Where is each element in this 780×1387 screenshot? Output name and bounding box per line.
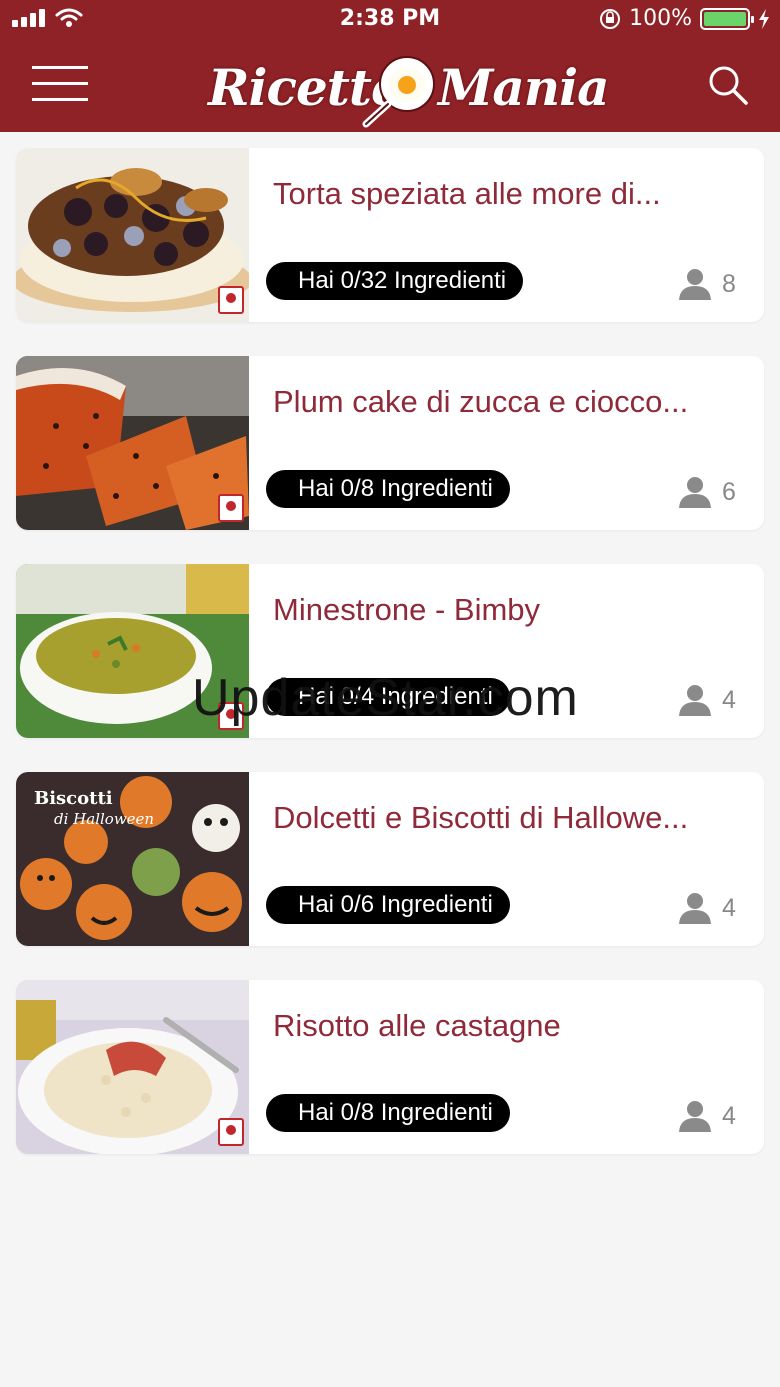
recipe-card[interactable]: Risotto alle castagne Hai 0/8 Ingredient… bbox=[16, 980, 764, 1154]
recipe-image-biscotti: Biscotti di Halloween bbox=[16, 772, 249, 946]
battery-percent: 100% bbox=[629, 6, 692, 31]
watermark: UpdateStar.com bbox=[192, 669, 579, 727]
recipe-title: Plum cake di zucca e ciocco... bbox=[273, 384, 689, 419]
orientation-lock-icon bbox=[600, 8, 621, 29]
brand-stamp bbox=[218, 286, 244, 314]
battery-icon bbox=[700, 7, 754, 30]
ingredients-badge: Hai 0/6 Ingredienti bbox=[266, 886, 510, 924]
status-right: 100% bbox=[599, 6, 770, 31]
thumb-caption-line-1: Biscotti bbox=[34, 788, 113, 809]
recipe-card[interactable]: Torta speziata alle more di... Hai 0/32 … bbox=[16, 148, 764, 322]
recipe-image-plumcake bbox=[16, 356, 249, 530]
recipe-title: Torta speziata alle more di... bbox=[273, 176, 661, 211]
app-logo: Ricette Mania bbox=[200, 42, 609, 128]
servings-count: 4 bbox=[678, 892, 736, 924]
ingredients-badge: Hai 0/8 Ingredienti bbox=[266, 470, 510, 508]
status-bar: 2:38 PM 100% bbox=[0, 0, 780, 40]
recipe-card[interactable]: Plum cake di zucca e ciocco... Hai 0/8 I… bbox=[16, 356, 764, 530]
servings-value: 4 bbox=[722, 1101, 736, 1130]
recipe-title: Minestrone - Bimby bbox=[273, 592, 541, 627]
recipe-image-risotto bbox=[16, 980, 249, 1154]
logo-text-right: Mania bbox=[438, 58, 609, 117]
brand-stamp bbox=[218, 1118, 244, 1146]
ingredients-badge: Hai 0/32 Ingredienti bbox=[266, 262, 524, 300]
servings-value: 6 bbox=[722, 477, 736, 506]
frying-pan-egg-icon bbox=[362, 56, 435, 128]
brand-stamp bbox=[218, 494, 244, 522]
recipe-title: Dolcetti e Biscotti di Hallowe... bbox=[273, 800, 689, 835]
person-icon bbox=[679, 1101, 711, 1132]
hamburger-menu-icon[interactable] bbox=[32, 66, 88, 102]
person-icon bbox=[679, 685, 711, 716]
thumb-caption-line-2: di Halloween bbox=[54, 810, 154, 828]
person-icon bbox=[679, 893, 711, 924]
servings-value: 8 bbox=[722, 269, 736, 298]
servings-count: 4 bbox=[678, 684, 736, 716]
servings-count: 8 bbox=[678, 268, 736, 300]
app-header: Ricette Mania bbox=[0, 40, 780, 132]
servings-value: 4 bbox=[722, 893, 736, 922]
person-icon bbox=[679, 269, 711, 300]
recipe-title: Risotto alle castagne bbox=[273, 1008, 561, 1043]
person-icon bbox=[679, 477, 711, 508]
charging-icon bbox=[759, 8, 769, 29]
recipe-card[interactable]: Biscotti di Halloween Dolcetti e Biscott… bbox=[16, 772, 764, 946]
ingredients-badge: Hai 0/8 Ingredienti bbox=[266, 1094, 510, 1132]
servings-count: 6 bbox=[678, 476, 736, 508]
servings-value: 4 bbox=[722, 685, 736, 714]
servings-count: 4 bbox=[678, 1100, 736, 1132]
recipe-image-torta bbox=[16, 148, 249, 322]
search-icon[interactable] bbox=[705, 62, 751, 108]
